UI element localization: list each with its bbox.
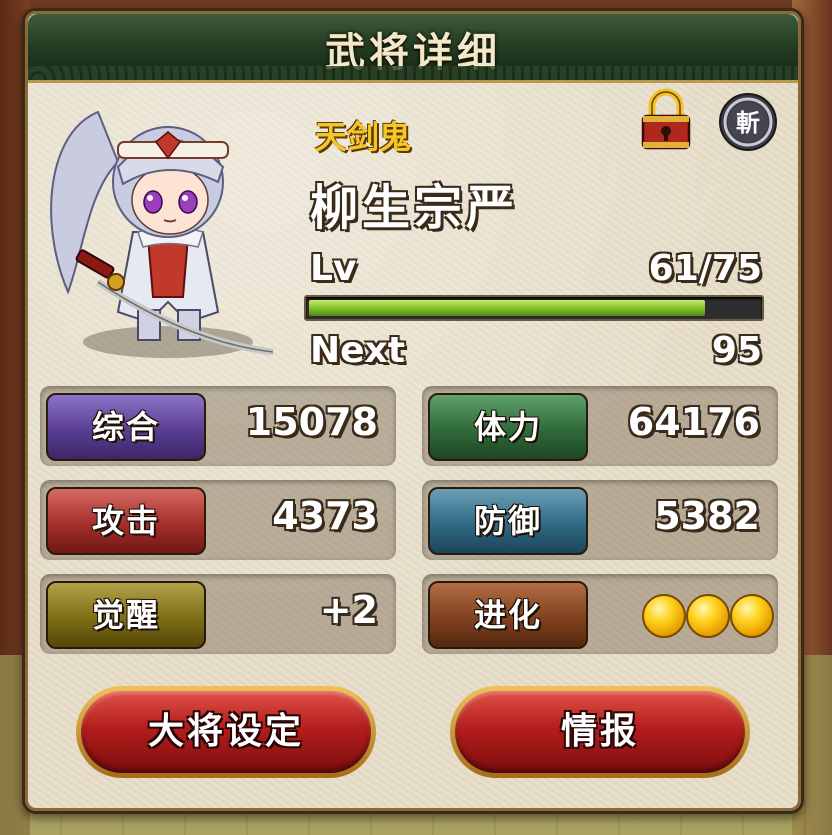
stat-total-value: 15078 <box>245 400 378 444</box>
leader-setting-button[interactable]: 大将设定 <box>76 686 376 778</box>
level-value: 61/75 <box>648 248 762 289</box>
stat-defense-label: 防御 <box>428 487 588 555</box>
exp-bar <box>304 295 764 321</box>
info-button[interactable]: 情报 <box>450 686 750 778</box>
stat-awaken-value: +2 <box>319 588 378 632</box>
next-value: 95 <box>711 330 762 371</box>
character-portrait <box>50 110 274 358</box>
stat-awaken-label: 觉醒 <box>46 581 206 649</box>
stat-attack-label: 攻击 <box>46 487 206 555</box>
info-label: 情报 <box>455 691 745 773</box>
exp-bar-fill <box>309 300 705 316</box>
stat-awaken: 觉醒 +2 <box>40 574 396 654</box>
stat-total-label: 综合 <box>46 393 206 461</box>
svg-text:斬: 斬 <box>736 109 760 137</box>
stat-attack: 攻击 4373 <box>40 480 396 560</box>
stat-defense-value: 5382 <box>654 494 760 538</box>
character-rarity-name: 天剑鬼 <box>315 118 412 156</box>
stat-total: 综合 15078 <box>40 386 396 466</box>
zan-icon[interactable]: 斬 <box>718 92 778 152</box>
stat-defense: 防御 5382 <box>422 480 778 560</box>
stat-evolve-label: 进化 <box>428 581 588 649</box>
evolve-coin-icon <box>686 594 730 638</box>
stat-stamina-label: 体力 <box>428 393 588 461</box>
stat-stamina-value: 64176 <box>627 400 760 444</box>
evolve-coin-icon <box>730 594 774 638</box>
next-label: Next <box>310 330 405 371</box>
evolve-coin-icon <box>642 594 686 638</box>
character-name: 柳生宗严 <box>310 180 519 236</box>
leader-setting-label: 大将设定 <box>81 691 371 773</box>
level-label: Lv <box>310 248 357 289</box>
lock-icon[interactable] <box>640 88 692 152</box>
stat-attack-value: 4373 <box>272 494 378 538</box>
stat-evolve: 进化 <box>422 574 778 654</box>
stat-stamina: 体力 64176 <box>422 386 778 466</box>
